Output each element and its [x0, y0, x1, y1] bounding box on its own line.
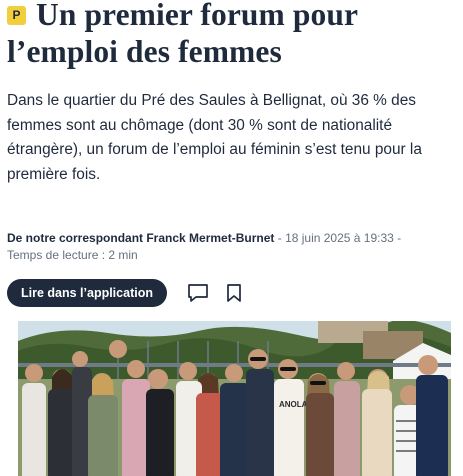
byline-date: 18 juin 2025 à 19:33 [285, 231, 394, 245]
bookmark-icon[interactable] [221, 280, 247, 306]
premium-badge: P [7, 6, 26, 25]
byline: De notre correspondant Franck Mermet-Bur… [7, 230, 457, 264]
read-in-app-button[interactable]: Lire dans l’application [7, 279, 167, 307]
group-photo-illustration: ANOLA [18, 321, 451, 476]
article-photo[interactable]: ANOLA [18, 321, 451, 476]
tshirt-text: ANOLA [279, 400, 308, 409]
headline-block: P Un premier forum pour l’emploi des femm… [7, 0, 457, 70]
reading-time: Temps de lecture : 2 min [7, 248, 138, 262]
byline-author[interactable]: De notre correspondant Franck Mermet-Bur… [7, 231, 274, 245]
article-lead: Dans le quartier du Pré des Saules à Bel… [7, 92, 422, 184]
headline-text: Un premier forum pour l’emploi des femme… [7, 0, 358, 69]
article-actions: Lire dans l’application [7, 279, 247, 307]
comment-icon[interactable] [185, 280, 211, 306]
byline-separator-2: - [393, 231, 402, 245]
byline-separator: - [274, 231, 286, 245]
article-headline: P Un premier forum pour l’emploi des femm… [7, 0, 457, 70]
